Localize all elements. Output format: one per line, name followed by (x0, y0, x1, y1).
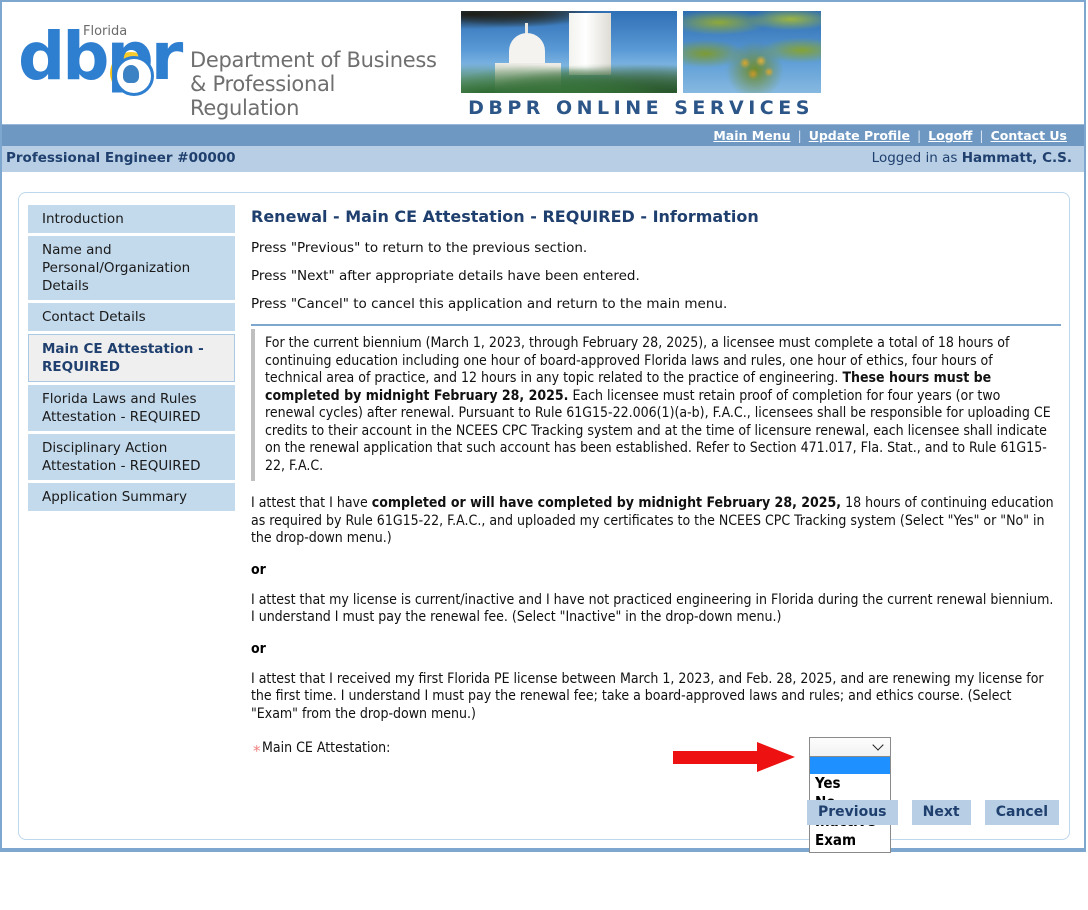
dropdown-closed-field[interactable] (809, 737, 891, 757)
page-title: Renewal - Main CE Attestation - REQUIRED… (251, 207, 759, 226)
sidebar-item-application-summary[interactable]: Application Summary (28, 483, 235, 511)
sidebar-item-disciplinary-action-attestation[interactable]: Disciplinary Action Attestation - REQUIR… (28, 434, 235, 480)
attestation-1-part1: I attest that I have (251, 495, 372, 511)
coconuts (735, 55, 779, 81)
top-nav-bar: Main Menu | Update Profile | Logoff | Contact … (2, 124, 1084, 146)
sidebar-item-introduction[interactable]: Introduction (28, 205, 235, 233)
attestation-1-bold: completed or will have completed by midn… (371, 495, 842, 511)
main-ce-attestation-dropdown[interactable]: Yes No Inactive Exam (809, 737, 891, 853)
chevron-down-icon[interactable] (874, 741, 883, 750)
arrow-shaft (673, 751, 759, 764)
instruction-previous: Press "Previous" to return to the previo… (251, 240, 588, 256)
nav-link-logoff[interactable]: Logoff (921, 125, 979, 146)
attestation-option-1: I attest that I have completed or will h… (251, 495, 1061, 548)
banner-graphic: DBPR ONLINE SERVICES (461, 11, 821, 119)
red-arrow-annotation-icon (673, 742, 795, 772)
instruction-next: Press "Next" after appropriate details h… (251, 268, 640, 284)
sidebar-item-florida-laws-and-rules-attestation[interactable]: Florida Laws and Rules Attestation - REQ… (28, 385, 235, 431)
dropdown-option-blank[interactable] (810, 757, 890, 774)
capitol-trees (461, 59, 677, 93)
logo-florida-label: Florida (83, 24, 128, 39)
site-header: dbpr Florida Department of Business & Pr… (2, 2, 1084, 124)
sidebar-item-main-ce-attestation[interactable]: Main CE Attestation - REQUIRED (28, 334, 235, 382)
license-title: Professional Engineer #00000 (6, 150, 236, 166)
required-field-marker: * (253, 742, 261, 760)
banner-caption: DBPR ONLINE SERVICES (468, 97, 814, 119)
wizard-button-row: Previous Next Cancel (797, 800, 1059, 825)
logged-in-prefix: Logged in as (871, 150, 962, 166)
or-divider-2: or (251, 640, 266, 657)
capitol-photo (461, 11, 677, 93)
wizard-sidebar: Introduction Name and Personal/Organizat… (28, 205, 235, 514)
or-divider-1: or (251, 561, 266, 578)
logo-agency-line1: Department of Business (190, 48, 437, 72)
attestation-option-3: I attest that I received my first Florid… (251, 670, 1044, 722)
license-info-bar: Professional Engineer #00000 Logged in a… (2, 146, 1084, 172)
section-divider (251, 324, 1061, 326)
main-ce-attestation-label: Main CE Attestation: (262, 740, 391, 756)
arrow-head (757, 742, 795, 772)
dropdown-option-exam[interactable]: Exam (810, 831, 890, 850)
sidebar-item-name-and-personal-details[interactable]: Name and Personal/Organization Details (28, 236, 235, 300)
content-panel: Introduction Name and Personal/Organizat… (18, 192, 1070, 853)
nav-link-update-profile[interactable]: Update Profile (802, 125, 917, 146)
logo-agency-line2: & Professional Regulation (190, 72, 336, 120)
dbpr-logo[interactable]: dbpr Florida Department of Business & Pr… (18, 20, 438, 121)
seal-icon (114, 56, 154, 96)
previous-button[interactable]: Previous (806, 800, 898, 825)
logo-agency-name: Department of Business & Professional Re… (190, 48, 438, 120)
instruction-cancel: Press "Cancel" to cancel this applicatio… (251, 296, 728, 312)
main-content: Renewal - Main CE Attestation - REQUIRED… (251, 205, 1061, 853)
cancel-button[interactable]: Cancel (984, 800, 1059, 825)
nav-link-contact-us[interactable]: Contact Us (984, 125, 1074, 146)
nav-link-main-menu[interactable]: Main Menu (706, 125, 797, 146)
sidebar-item-contact-details[interactable]: Contact Details (28, 303, 235, 331)
palm-tree-photo (683, 11, 821, 93)
main-ce-attestation-field-row: * Main CE Attestation: Yes No Ina (251, 737, 1061, 853)
next-button[interactable]: Next (911, 800, 971, 825)
logged-in-status: Logged in as Hammatt, C.S. (872, 150, 1072, 166)
attestation-option-2: I attest that my license is current/inac… (251, 591, 1054, 626)
logged-in-user: Hammatt, C.S. (961, 150, 1072, 166)
page-frame: dbpr Florida Department of Business & Pr… (0, 0, 1086, 853)
ce-requirements-info-box: For the current biennium (March 1, 2023,… (251, 329, 1061, 481)
dropdown-option-yes[interactable]: Yes (810, 774, 890, 793)
